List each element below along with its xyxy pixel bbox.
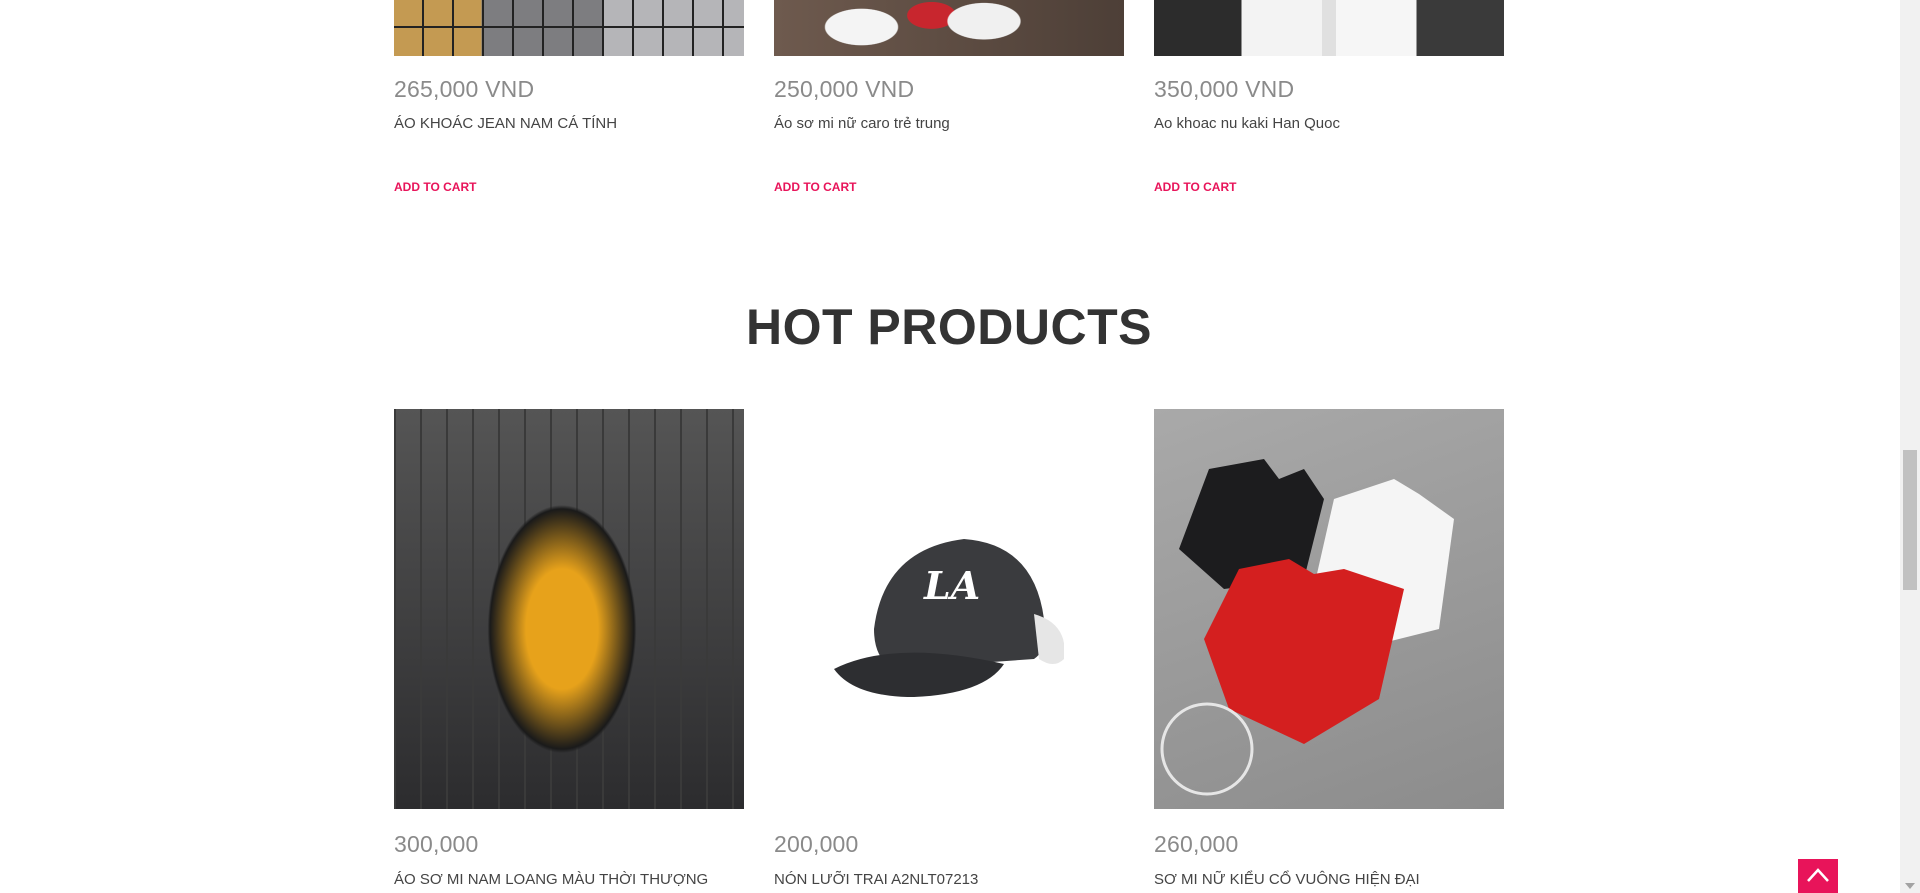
- product-name[interactable]: ÁO KHOÁC JEAN NAM CÁ TÍNH: [394, 115, 744, 132]
- svg-text:LA: LA: [923, 563, 980, 608]
- scrollbar-thumb[interactable]: [1903, 450, 1917, 590]
- add-to-cart-button[interactable]: ADD TO CART: [394, 180, 476, 194]
- scroll-down-arrow-icon[interactable]: [1905, 883, 1915, 889]
- add-to-cart-button[interactable]: ADD TO CART: [1154, 180, 1236, 194]
- add-to-cart-button[interactable]: ADD TO CART: [774, 180, 856, 194]
- product-image[interactable]: [394, 409, 744, 809]
- back-to-top-button[interactable]: [1798, 859, 1838, 893]
- page: 265,000 VND ÁO KHOÁC JEAN NAM CÁ TÍNH AD…: [0, 0, 1920, 893]
- product-image[interactable]: LA: [774, 409, 1124, 809]
- hot-products-heading: HOT PRODUCTS: [746, 299, 1152, 355]
- product-price: 250,000 VND: [774, 76, 915, 102]
- product-card[interactable]: 300,000 ÁO SƠ MI NAM LOANG MÀU THỜI THƯỢ…: [394, 409, 744, 888]
- product-name[interactable]: ÁO SƠ MI NAM LOANG MÀU THỜI THƯỢNG: [394, 871, 744, 888]
- chevron-up-icon: [1807, 868, 1829, 882]
- product-grid-hot: 300,000 ÁO SƠ MI NAM LOANG MÀU THỜI THƯỢ…: [394, 409, 1506, 888]
- product-card[interactable]: 265,000 VND ÁO KHOÁC JEAN NAM CÁ TÍNH AD…: [394, 0, 744, 196]
- product-image[interactable]: [394, 0, 744, 56]
- cap-illustration: LA: [834, 539, 1064, 697]
- product-price: 260,000: [1154, 831, 1239, 857]
- product-price: 200,000: [774, 831, 859, 857]
- product-grid-top: 265,000 VND ÁO KHOÁC JEAN NAM CÁ TÍNH AD…: [394, 0, 1506, 196]
- product-price: 300,000: [394, 831, 479, 857]
- product-card[interactable]: 350,000 VND Ao khoac nu kaki Han Quoc AD…: [1154, 0, 1504, 196]
- product-name[interactable]: Áo sơ mi nữ caro trẻ trung: [774, 115, 1124, 132]
- product-price: 265,000 VND: [394, 76, 535, 102]
- product-image[interactable]: [774, 0, 1124, 56]
- product-image[interactable]: [1154, 0, 1504, 56]
- product-card[interactable]: 250,000 VND Áo sơ mi nữ caro trẻ trung A…: [774, 0, 1124, 196]
- product-price: 350,000 VND: [1154, 76, 1295, 102]
- product-name[interactable]: SƠ MI NỮ KIỂU CỔ VUÔNG HIỆN ĐẠI: [1154, 871, 1504, 888]
- product-image[interactable]: [1154, 409, 1504, 809]
- tops-illustration: [1160, 459, 1454, 796]
- vertical-scrollbar[interactable]: [1900, 0, 1920, 893]
- product-name[interactable]: Ao khoac nu kaki Han Quoc: [1154, 115, 1504, 132]
- product-card[interactable]: 260,000 SƠ MI NỮ KIỂU CỔ VUÔNG HIỆN ĐẠI: [1154, 409, 1504, 888]
- product-name[interactable]: NÓN LƯỠI TRAI A2NLT07213: [774, 871, 1124, 888]
- product-card[interactable]: LA 200,000 NÓN LƯỠI TRAI A2NLT07213: [774, 409, 1124, 888]
